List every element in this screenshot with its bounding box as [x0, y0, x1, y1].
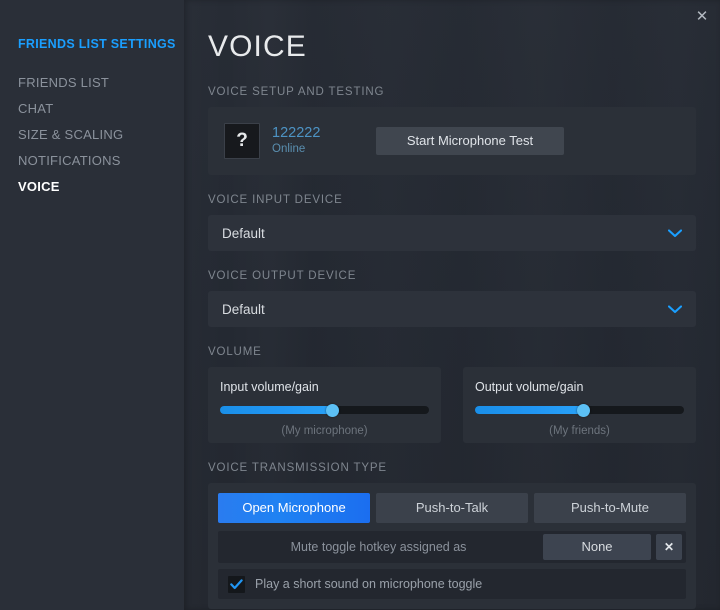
- input-volume-card: Input volume/gain (My microphone): [208, 367, 441, 443]
- input-volume-slider[interactable]: [220, 406, 429, 414]
- output-volume-slider[interactable]: [475, 406, 684, 414]
- sidebar-item-notifications[interactable]: NOTIFICATIONS: [0, 148, 184, 174]
- transmission-mode-push-to-mute[interactable]: Push-to-Mute: [534, 493, 686, 523]
- section-label-transmission: VOICE TRANSMISSION TYPE: [208, 461, 696, 476]
- sidebar-item-label: SIZE & SCALING: [18, 127, 123, 142]
- output-volume-title: Output volume/gain: [475, 379, 684, 395]
- sidebar-item-voice[interactable]: VOICE: [0, 174, 184, 200]
- friends-list-settings-window: FRIENDS LIST SETTINGS FRIENDS LIST CHAT …: [0, 0, 720, 610]
- checkmark-icon: [230, 579, 243, 590]
- sidebar-item-label: CHAT: [18, 101, 53, 116]
- page-title: VOICE: [208, 0, 696, 67]
- section-label-output-device: VOICE OUTPUT DEVICE: [208, 269, 696, 284]
- sidebar-item-label: VOICE: [18, 179, 60, 194]
- output-volume-caption: (My friends): [475, 424, 684, 438]
- sidebar-nav-list: FRIENDS LIST CHAT SIZE & SCALING NOTIFIC…: [0, 70, 184, 200]
- voice-input-device-dropdown[interactable]: Default: [208, 215, 696, 251]
- transmission-mode-open-microphone[interactable]: Open Microphone: [218, 493, 370, 523]
- volume-row: Input volume/gain (My microphone) Output…: [208, 367, 696, 443]
- clear-hotkey-icon[interactable]: ✕: [656, 534, 682, 560]
- play-sound-toggle-row[interactable]: Play a short sound on microphone toggle: [218, 569, 686, 599]
- section-label-volume: VOLUME: [208, 345, 696, 360]
- section-label-setup: VOICE SETUP AND TESTING: [208, 85, 696, 100]
- sidebar-item-label: NOTIFICATIONS: [18, 153, 121, 168]
- chevron-down-icon: [668, 305, 682, 314]
- avatar: ?: [224, 123, 260, 159]
- input-volume-caption: (My microphone): [220, 424, 429, 438]
- input-volume-slider-fill: [220, 406, 333, 414]
- sidebar-item-chat[interactable]: CHAT: [0, 96, 184, 122]
- voice-input-device-value: Default: [222, 226, 668, 241]
- voice-settings-content: VOICE VOICE SETUP AND TESTING ? 122222 O…: [208, 0, 696, 609]
- output-volume-slider-knob[interactable]: [577, 404, 590, 417]
- input-volume-title: Input volume/gain: [220, 379, 429, 395]
- play-sound-checkbox[interactable]: [228, 576, 245, 593]
- persona-status: Online: [272, 142, 372, 157]
- output-volume-slider-fill: [475, 406, 584, 414]
- persona-block: 122222 Online: [272, 125, 372, 157]
- mute-toggle-hotkey-label: Mute toggle hotkey assigned as: [218, 540, 543, 554]
- persona-name: 122222: [272, 125, 372, 142]
- transmission-mode-push-to-talk[interactable]: Push-to-Talk: [376, 493, 528, 523]
- voice-output-device-dropdown[interactable]: Default: [208, 291, 696, 327]
- section-label-input-device: VOICE INPUT DEVICE: [208, 193, 696, 208]
- voice-output-device-value: Default: [222, 302, 668, 317]
- sidebar-item-size-and-scaling[interactable]: SIZE & SCALING: [0, 122, 184, 148]
- mute-toggle-hotkey-button[interactable]: None: [543, 534, 651, 560]
- settings-sidebar: FRIENDS LIST SETTINGS FRIENDS LIST CHAT …: [0, 0, 184, 610]
- sidebar-item-friends-list[interactable]: FRIENDS LIST: [0, 70, 184, 96]
- start-microphone-test-button[interactable]: Start Microphone Test: [376, 127, 564, 155]
- input-volume-slider-knob[interactable]: [326, 404, 339, 417]
- sidebar-heading: FRIENDS LIST SETTINGS: [0, 34, 184, 54]
- transmission-mode-group: Open Microphone Push-to-Talk Push-to-Mut…: [218, 493, 686, 523]
- chevron-down-icon: [668, 229, 682, 238]
- sidebar-item-label: FRIENDS LIST: [18, 75, 109, 90]
- microphone-test-panel: ? 122222 Online Start Microphone Test: [208, 107, 696, 175]
- settings-main-panel: ✕ VOICE VOICE SETUP AND TESTING ? 122222…: [184, 0, 720, 610]
- voice-transmission-panel: Open Microphone Push-to-Talk Push-to-Mut…: [208, 483, 696, 609]
- mute-toggle-hotkey-row: Mute toggle hotkey assigned as None ✕: [218, 531, 686, 563]
- close-icon[interactable]: ✕: [690, 4, 714, 28]
- output-volume-card: Output volume/gain (My friends): [463, 367, 696, 443]
- play-sound-toggle-label: Play a short sound on microphone toggle: [255, 577, 482, 591]
